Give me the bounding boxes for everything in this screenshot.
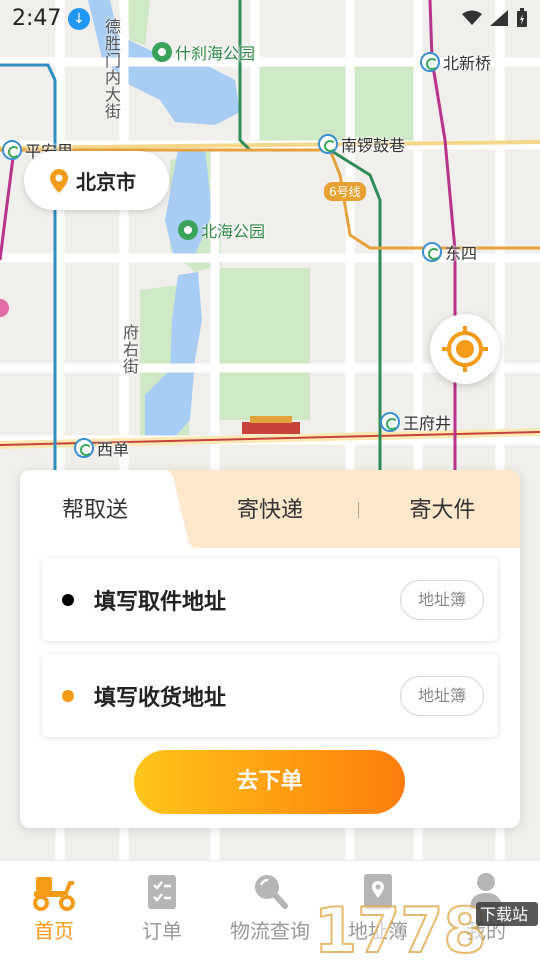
map-poi-label: 什刹海公园 [175, 44, 256, 63]
city-selector[interactable]: 北京市 [24, 151, 169, 210]
search-icon [255, 875, 288, 909]
nav-tracking[interactable]: 物流查询 [216, 871, 324, 944]
subway-icon [318, 134, 338, 154]
nav-label: 订单 [142, 919, 182, 943]
map-station-label: 西单 [97, 440, 130, 459]
nav-orders[interactable]: 订单 [108, 871, 216, 944]
map-station-label: 东四 [445, 244, 478, 263]
clipboard-icon [148, 875, 176, 909]
map-station-beixinqiao[interactable]: 北新桥 [420, 50, 491, 74]
map-station-dongsi[interactable]: 东四 [422, 240, 477, 264]
map-poi-label: 北海公园 [201, 222, 266, 241]
subway-icon [422, 242, 442, 262]
battery-icon [517, 8, 527, 27]
map-station-label: 王府井 [403, 414, 452, 433]
wifi-icon [462, 10, 482, 25]
subway-icon [2, 140, 22, 160]
map-station-xidan[interactable]: 西单 [74, 436, 129, 460]
nav-label: 首页 [34, 919, 74, 943]
pickup-dot-icon [62, 594, 74, 606]
map-label-fuyoujie: 府右街 [122, 323, 139, 376]
service-tabs: 帮取送 寄快递 寄大件 [20, 470, 520, 548]
status-icons [462, 8, 528, 28]
subway-line-badge: 6号线 [324, 182, 366, 201]
pickup-address-book-button[interactable]: 地址簿 [400, 580, 484, 620]
place-order-button[interactable]: 去下单 [134, 750, 405, 814]
pickup-address-field[interactable]: 填写取件地址 地址簿 [42, 558, 498, 641]
signal-icon [490, 10, 508, 26]
crosshair-icon [442, 326, 488, 372]
nav-home[interactable]: 首页 [0, 871, 108, 944]
download-icon: ↓ [68, 8, 90, 30]
park-icon [152, 42, 172, 62]
map-station-label: 南锣鼓巷 [341, 136, 406, 155]
tab-pickup-delivery[interactable]: 帮取送 [20, 470, 170, 548]
status-time: 2:47 [12, 6, 62, 31]
map-station-label: 北新桥 [443, 54, 492, 73]
tab-send-express[interactable]: 寄快递 [190, 470, 350, 548]
tab-send-bulky[interactable]: 寄大件 [365, 470, 520, 548]
delivery-address-field[interactable]: 填写收货地址 地址簿 [42, 654, 498, 737]
map-station-wangfujing[interactable]: 王府井 [380, 410, 451, 434]
tab-divider [358, 502, 359, 518]
map-poi-shichahai[interactable]: 什刹海公园 [152, 40, 255, 64]
subway-icon [74, 438, 94, 458]
subway-icon [420, 52, 440, 72]
watermark-logo: 1778 下载站 [313, 894, 538, 960]
svg-text:1778: 1778 [314, 894, 487, 960]
map-poi-beihai[interactable]: 北海公园 [178, 218, 265, 242]
locate-button[interactable] [430, 314, 500, 384]
delivery-dot-icon [62, 690, 74, 702]
city-name: 北京市 [76, 170, 136, 194]
subway-icon [380, 412, 400, 432]
delivery-address-placeholder: 填写收货地址 [94, 686, 227, 711]
nav-label: 物流查询 [230, 919, 310, 943]
svg-text:下载站: 下载站 [480, 905, 528, 924]
status-bar: 2:47 ↓ [0, 0, 540, 38]
delivery-address-book-button[interactable]: 地址簿 [400, 676, 484, 716]
pickup-address-placeholder: 填写取件地址 [94, 590, 227, 615]
location-pin-icon [50, 168, 68, 193]
park-icon [178, 220, 198, 240]
order-card: 帮取送 寄快递 寄大件 填写取件地址 地址簿 填写收货地址 地址簿 去下单 [20, 470, 520, 828]
map-station-nanluoguxiang[interactable]: 南锣鼓巷 [318, 132, 405, 156]
scooter-icon [33, 877, 75, 911]
